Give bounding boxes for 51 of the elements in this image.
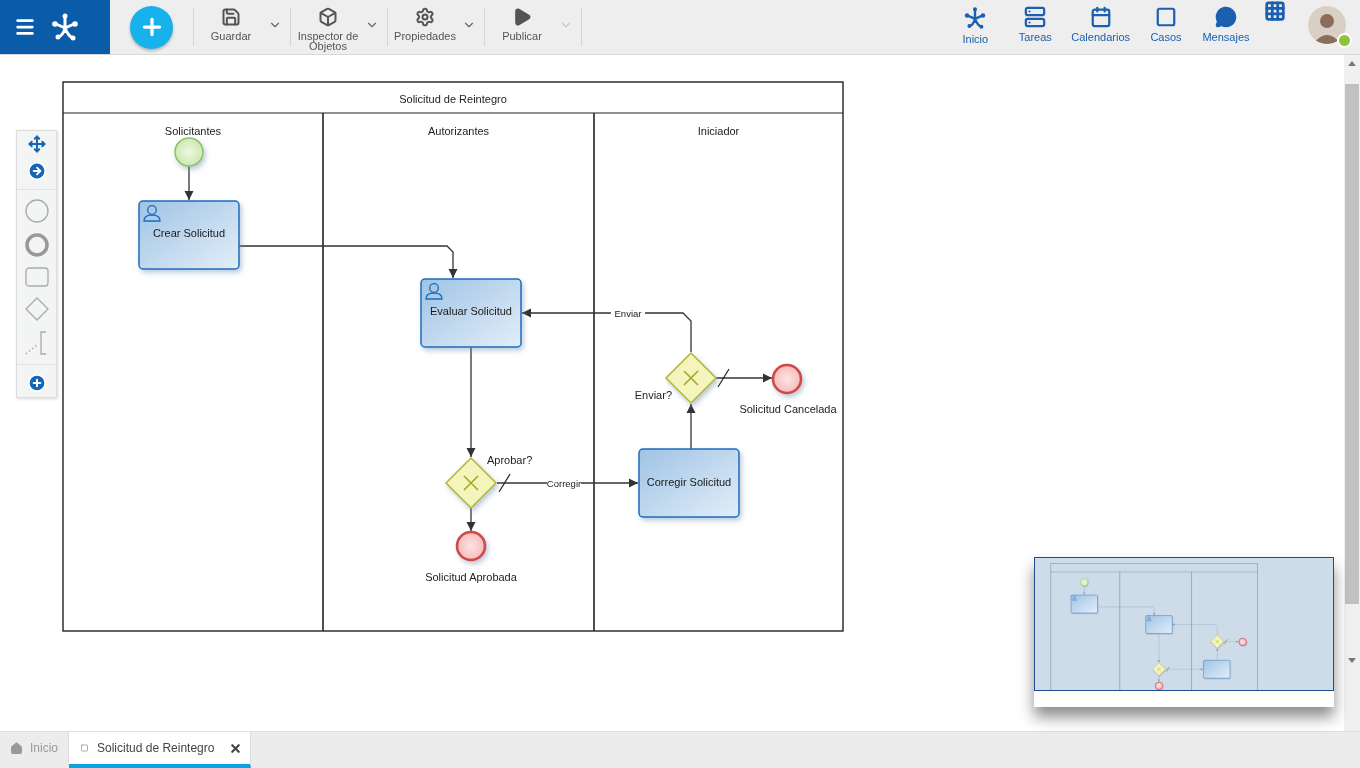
pool-title: Solicitud de Reintegro (399, 93, 507, 105)
add-icon[interactable] (26, 373, 47, 393)
square-icon (1155, 6, 1177, 28)
event-label: Solicitud Cancelada (739, 403, 837, 415)
save-icon (221, 7, 241, 27)
toolbar-button[interactable]: Publicar (485, 7, 559, 41)
play-icon (512, 7, 532, 27)
toolbar-button[interactable]: Guardar (194, 7, 268, 41)
end-event (455, 530, 487, 562)
scrollbar[interactable] (1344, 55, 1360, 731)
close-icon[interactable] (229, 741, 243, 755)
calendar-icon (1089, 6, 1112, 28)
start-event (174, 137, 204, 167)
nav-link[interactable]: Casos (1142, 0, 1190, 54)
lane-label: Autorizantes (427, 125, 490, 137)
thick-circle-icon[interactable] (23, 232, 50, 258)
toolbar-button[interactable]: Inspector de Objetos (291, 7, 365, 51)
logo-icon[interactable] (50, 12, 80, 42)
add-button[interactable] (130, 5, 173, 49)
end-event (771, 363, 803, 395)
menu-icon[interactable] (14, 16, 36, 38)
lane-label: Iniciador (697, 125, 740, 137)
avatar[interactable] (1308, 6, 1346, 44)
minimap-drawing[interactable] (1034, 557, 1334, 691)
nav-link[interactable]: Calendarios (1071, 0, 1130, 54)
task-label: Crear Solicitud (152, 227, 226, 239)
toolbar-button[interactable]: Propiedades (388, 7, 462, 41)
task-label: Corregir Solicitud (646, 476, 732, 488)
move-icon[interactable] (27, 135, 46, 153)
gateway-label: Aprobar? (487, 454, 533, 466)
nav-link[interactable]: Mensajes (1202, 0, 1250, 54)
flow-label: Enviar (614, 308, 642, 319)
user-icon (425, 283, 443, 300)
gear-icon (415, 7, 435, 27)
task-label: Evaluar Solicitud (430, 305, 512, 317)
window-icon (79, 744, 90, 752)
list-icon (1024, 6, 1047, 28)
cube-icon (318, 7, 338, 27)
lane-label: Solicitantes (164, 125, 222, 137)
flow-label: Corregir (546, 478, 582, 489)
gateway-label: Enviar? (634, 389, 672, 401)
tab[interactable]: Solicitud de Reintegro (69, 732, 252, 768)
user-icon (143, 205, 161, 222)
nav-link[interactable]: Inicio (951, 0, 1000, 54)
event-label: Solicitud Aprobada (425, 571, 517, 583)
chat-icon (1215, 6, 1237, 28)
arrow-right-icon[interactable] (26, 161, 47, 181)
home-icon (10, 741, 23, 755)
nav-link[interactable]: Tareas (1011, 0, 1060, 54)
network-icon[interactable] (963, 6, 988, 30)
apps-grid-icon[interactable] (1264, 0, 1286, 22)
